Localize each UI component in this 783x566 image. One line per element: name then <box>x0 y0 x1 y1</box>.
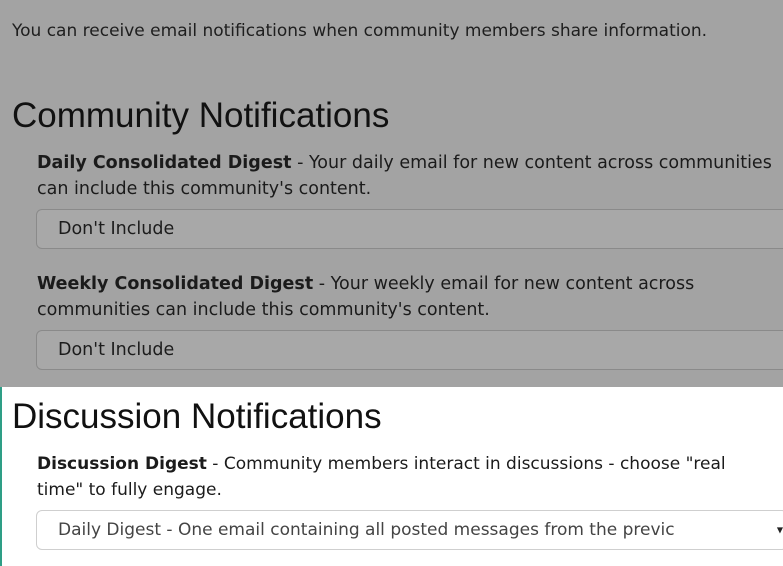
discussion-digest-description: Discussion Digest - Community members in… <box>37 451 777 503</box>
discussion-digest-title: Discussion Digest <box>37 454 207 474</box>
chevron-down-icon: ▼ <box>776 525 783 535</box>
weekly-digest-selected-value: Don't Include <box>58 340 175 360</box>
discussion-notifications-heading: Discussion Notifications <box>12 397 382 436</box>
weekly-digest-title: Weekly Consolidated Digest <box>37 274 314 294</box>
daily-digest-select[interactable]: Don't Include ▼ <box>36 209 783 249</box>
discussion-digest-selected-value: Daily Digest - One email containing all … <box>58 520 675 540</box>
daily-digest-title: Daily Consolidated Digest <box>37 153 292 173</box>
discussion-digest-select[interactable]: Daily Digest - One email containing all … <box>36 510 783 550</box>
weekly-digest-description: Weekly Consolidated Digest - Your weekly… <box>37 271 777 323</box>
weekly-digest-select[interactable]: Don't Include ▼ <box>36 330 783 370</box>
daily-digest-description: Daily Consolidated Digest - Your daily e… <box>37 150 777 202</box>
community-notifications-heading: Community Notifications <box>12 96 390 135</box>
intro-text: You can receive email notifications when… <box>12 21 708 41</box>
daily-digest-selected-value: Don't Include <box>58 219 175 239</box>
